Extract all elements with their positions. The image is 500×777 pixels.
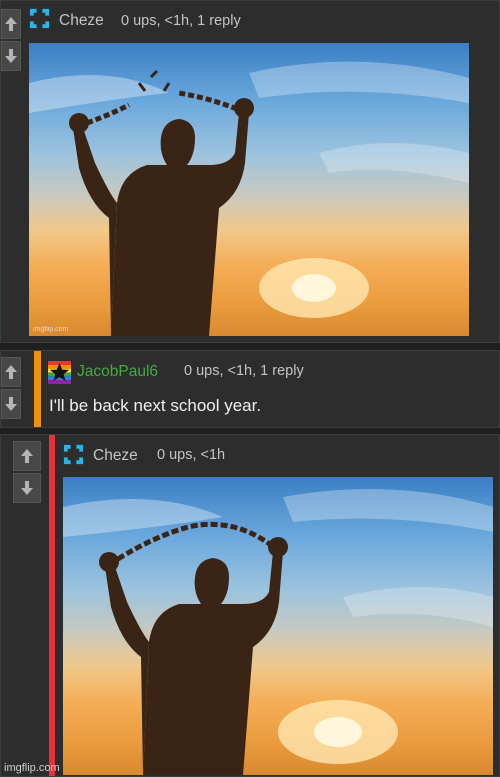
upvote-button[interactable] bbox=[1, 9, 21, 39]
comment-image[interactable] bbox=[63, 477, 493, 775]
comment-jacobpaul6: JacobPaul6 0 ups, <1h, 1 reply I'll be b… bbox=[0, 350, 500, 428]
vote-column bbox=[13, 441, 41, 505]
bracket-square-icon bbox=[29, 8, 50, 29]
downvote-button[interactable] bbox=[13, 473, 41, 503]
comment-cheze-2: Cheze 0 ups, <1h bbox=[0, 434, 500, 777]
reply-depth-stripe bbox=[49, 435, 55, 776]
breaking-chains-figure bbox=[63, 489, 493, 775]
arrow-up-icon bbox=[21, 449, 33, 463]
comment-meta: 0 ups, <1h, 1 reply bbox=[121, 13, 241, 29]
comment-text: I'll be back next school year. bbox=[49, 396, 262, 415]
vote-column bbox=[1, 9, 21, 73]
vote-column bbox=[1, 357, 21, 421]
reply-depth-stripe bbox=[34, 351, 41, 427]
username-link[interactable]: JacobPaul6 bbox=[77, 363, 158, 381]
upvote-button[interactable] bbox=[13, 441, 41, 471]
username-link[interactable]: Cheze bbox=[93, 447, 138, 465]
comment-meta: 0 ups, <1h bbox=[157, 447, 226, 463]
upvote-button[interactable] bbox=[1, 357, 21, 387]
arrow-down-icon bbox=[21, 481, 33, 495]
imgflip-watermark: imgflip.com bbox=[4, 762, 60, 774]
arrow-down-icon bbox=[5, 49, 17, 63]
comment-cheze-1: Cheze 0 ups, <1h, 1 reply imgflip.com bbox=[0, 0, 500, 343]
arrow-up-icon bbox=[5, 17, 17, 31]
username-link[interactable]: Cheze bbox=[59, 12, 104, 30]
arrow-up-icon bbox=[5, 365, 17, 379]
bracket-square-icon bbox=[63, 444, 84, 465]
image-watermark: imgflip.com bbox=[33, 326, 69, 333]
comment-image[interactable]: imgflip.com bbox=[29, 43, 469, 336]
comment-meta: 0 ups, <1h, 1 reply bbox=[184, 363, 304, 379]
rainbow-star-icon bbox=[48, 361, 71, 384]
arrow-down-icon bbox=[5, 397, 17, 411]
downvote-button[interactable] bbox=[1, 389, 21, 419]
downvote-button[interactable] bbox=[1, 41, 21, 71]
breaking-chains-figure bbox=[29, 61, 469, 336]
